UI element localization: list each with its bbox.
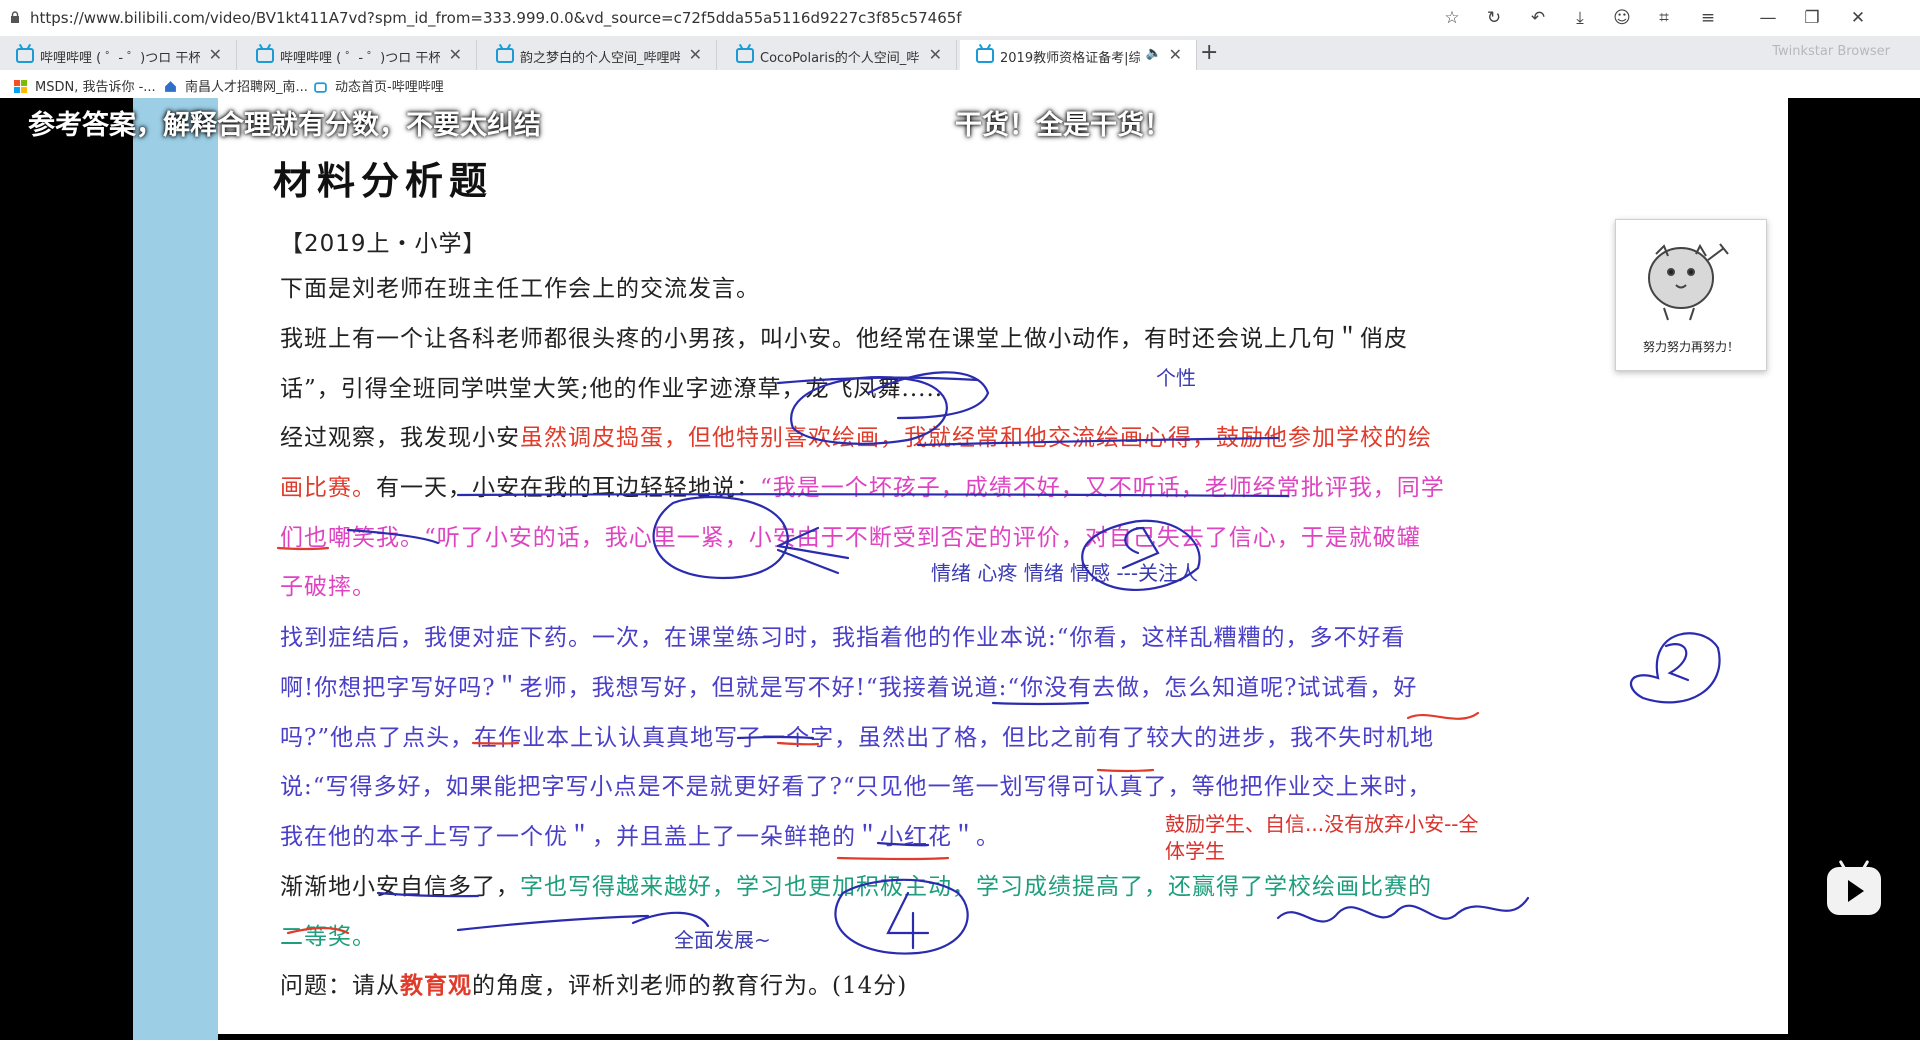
bilibili-tv-icon: [736, 48, 754, 63]
new-tab-button[interactable]: +: [1200, 40, 1218, 65]
user-icon[interactable]: ☺: [1610, 6, 1634, 30]
tab-2[interactable]: 哔哩哔哩 ( ゜- ゜)つロ 干杯~-bi ✕: [240, 40, 477, 70]
circle-four-mark: [834, 878, 969, 955]
browser-brand: Twinkstar Browser: [1772, 44, 1890, 59]
bookmark-label: MSDN, 我告诉你 -...: [35, 80, 156, 95]
hamster-cartoon-icon: [1648, 243, 1729, 321]
squiggle-mark: [1276, 896, 1530, 923]
underline-mark: [836, 856, 950, 861]
bookmark-rencai[interactable]: 南昌人才招聘网_南...: [164, 76, 308, 95]
strike-mark: [286, 926, 350, 935]
underline-mark: [456, 914, 650, 932]
refresh-icon[interactable]: ↻: [1482, 6, 1506, 30]
underline-mark: [471, 741, 520, 745]
menu-icon[interactable]: ≡: [1696, 6, 1720, 30]
tab-strip: 哔哩哔哩 ( ゜- ゜)つロ 干杯~-bi ✕ 哔哩哔哩 ( ゜- ゜)つロ 干…: [0, 36, 1920, 71]
play-button[interactable]: [1827, 867, 1881, 915]
bilibili-tv-icon: [314, 82, 327, 93]
minimize-icon[interactable]: —: [1756, 6, 1780, 30]
undo-icon[interactable]: ↶: [1526, 6, 1550, 30]
tab-close-icon[interactable]: ✕: [929, 45, 942, 64]
underline-mark: [1096, 768, 1155, 773]
subtitle-right: 干货！全是干货！: [955, 110, 1171, 141]
underline-mark: [991, 701, 1090, 706]
tab-title: CocoPolaris的个人空间_哔哩哔哩: [760, 51, 920, 66]
bilibili-tv-icon: [256, 48, 274, 63]
lecture-slide: 材料分析题 【2019上・小学】 下面是刘老师在班主任工作会上的交流发言。 我班…: [218, 98, 1788, 1034]
tab-title: 哔哩哔哩 ( ゜- ゜)つロ 干杯~-bi: [280, 51, 440, 66]
tab-close-icon[interactable]: ✕: [449, 45, 462, 64]
play-icon: [1848, 880, 1864, 902]
restore-icon[interactable]: ❐: [1800, 6, 1824, 30]
bilibili-tv-icon: [976, 48, 994, 63]
tab-4[interactable]: CocoPolaris的个人空间_哔哩哔哩 ✕: [720, 40, 957, 70]
tab-close-icon[interactable]: ✕: [209, 45, 222, 64]
circle-mark: [1081, 519, 1201, 591]
squiggle-mark: [1406, 711, 1480, 720]
tab-title: 韵之梦白的个人空间_哔哩哔哩: [520, 51, 680, 66]
download-icon[interactable]: ⤓: [1568, 6, 1592, 30]
tab-close-icon[interactable]: ✕: [689, 45, 702, 64]
bookmark-msdn[interactable]: MSDN, 我告诉你 -...: [14, 76, 156, 95]
crop-icon[interactable]: ⌗: [1652, 6, 1676, 30]
tab-title: 哔哩哔哩 ( ゜- ゜)つロ 干杯~-bi: [40, 51, 200, 66]
handwritten-annotations: [276, 371, 1721, 955]
tab-title: 2019教师资格证备考|综合: [1000, 51, 1140, 66]
circle-mark: [652, 495, 789, 580]
bookmarks-bar: MSDN, 我告诉你 -... 南昌人才招聘网_南... 动态首页-哔哩哔哩: [0, 70, 1920, 99]
star-icon[interactable]: ☆: [1440, 6, 1464, 30]
bookmark-label: 南昌人才招聘网_南...: [185, 80, 308, 95]
subtitle-left: 参考答案，解释合理就有分数，不要太纠结: [28, 110, 541, 141]
slide-side-stripe: [133, 98, 218, 1040]
bookmark-bilibili[interactable]: 动态首页-哔哩哔哩: [314, 76, 444, 95]
lock-icon: [11, 11, 19, 23]
underline-mark: [376, 891, 480, 898]
underline-mark: [776, 741, 820, 746]
windows-logo-icon: [14, 80, 27, 93]
underline-mark: [346, 528, 440, 545]
tab-3[interactable]: 韵之梦白的个人空间_哔哩哔哩 ✕: [480, 40, 717, 70]
tab-1[interactable]: 哔哩哔哩 ( ゜- ゜)つロ 干杯~-bi ✕: [0, 40, 237, 70]
circle-mark: [790, 375, 948, 445]
number-two-glyph: [1664, 643, 1690, 682]
speaker-icon[interactable]: 🔈: [1146, 46, 1162, 61]
tab-close-icon[interactable]: ✕: [1169, 45, 1182, 64]
url-field[interactable]: https://www.bilibili.com/video/BV1kt411A…: [30, 9, 962, 27]
video-player[interactable]: 材料分析题 【2019上・小学】 下面是刘老师在班主任工作会上的交流发言。 我班…: [0, 98, 1920, 1040]
underline-mark: [276, 546, 330, 551]
number-four-glyph: [886, 891, 930, 950]
sticker-caption: 努力努力再努力！: [1642, 340, 1739, 354]
underline-mark: [876, 841, 930, 847]
underline-mark: [736, 735, 815, 740]
house-icon: [165, 81, 176, 92]
tab-5-active[interactable]: 2019教师资格证备考|综合 🔈 ✕: [960, 40, 1197, 70]
underline-mark: [776, 376, 980, 385]
bilibili-tv-icon: [496, 48, 514, 63]
address-bar: https://www.bilibili.com/video/BV1kt411A…: [0, 0, 1920, 37]
underline-mark: [456, 493, 1290, 498]
underline-mark: [916, 436, 1280, 447]
hamster-sticker: 努力努力再努力！: [1615, 219, 1767, 371]
arrow-mark: [631, 911, 710, 928]
bilibili-tv-icon: [16, 48, 34, 63]
loop-mark: [1121, 526, 1160, 570]
close-window-icon[interactable]: ✕: [1846, 6, 1870, 30]
bookmark-label: 动态首页-哔哩哔哩: [335, 80, 444, 95]
